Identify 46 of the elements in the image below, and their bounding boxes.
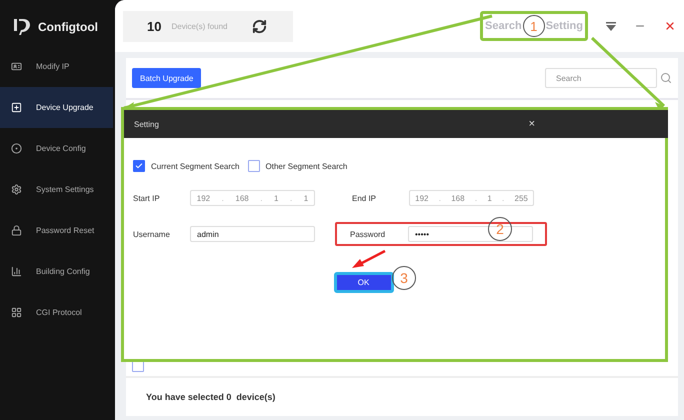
device-count-label: Device(s) found — [171, 22, 228, 30]
step-number: 1 — [522, 15, 545, 37]
filter-icon[interactable] — [606, 22, 616, 30]
nav-icon — [11, 102, 22, 113]
device-count: 10 — [147, 18, 162, 34]
dialog-title: Setting — [134, 120, 159, 128]
nav-item[interactable]: Building Config — [0, 251, 113, 292]
field-label: Username — [133, 230, 171, 238]
step-number: 3 — [392, 266, 416, 290]
nav-icon — [11, 307, 22, 318]
field-label: Password — [350, 230, 386, 238]
segment-checkbox[interactable] — [133, 160, 145, 172]
ip-field[interactable]: 192 . 168 . 1 . 1 — [190, 190, 315, 206]
search-field[interactable]: Search — [545, 68, 657, 88]
logo-icon — [12, 17, 32, 37]
nav-icon — [11, 266, 22, 277]
segment-checkbox[interactable] — [248, 160, 260, 172]
nav-icon — [11, 225, 22, 236]
nav-item[interactable]: CGI Protocol — [0, 292, 113, 333]
nav-item[interactable]: System Settings — [0, 169, 113, 210]
step-number: 2 — [488, 217, 512, 241]
nav-item[interactable]: Modify IP — [0, 46, 113, 87]
nav-icon — [11, 61, 22, 72]
refresh-icon[interactable] — [252, 18, 266, 34]
segment-option[interactable]: Other Segment Search — [248, 160, 348, 172]
nav-item[interactable]: Device Config — [0, 128, 113, 169]
segment-label: Other Segment Search — [266, 162, 348, 170]
segment-option[interactable]: Current Segment Search — [133, 160, 240, 172]
ip-field[interactable]: 192 . 168 . 1 . 255 — [409, 190, 534, 206]
ok-button[interactable]: OK — [334, 272, 394, 293]
selection-summary: You have selected 0 device(s) — [146, 392, 276, 402]
pointer-arrow — [352, 250, 386, 268]
app-name: Configtool — [38, 20, 98, 34]
dialog-close-button[interactable]: × — [528, 118, 535, 130]
username-field[interactable]: admin — [190, 226, 315, 242]
nav-icon — [11, 184, 22, 195]
nav-icon — [11, 143, 22, 154]
field-label: End IP — [352, 194, 378, 202]
field-label: Start IP — [133, 194, 161, 202]
search-icon[interactable] — [660, 72, 672, 84]
close-icon[interactable] — [664, 20, 676, 32]
nav-item[interactable]: Password Reset — [0, 210, 113, 251]
nav-item[interactable]: Device Upgrade — [0, 87, 113, 128]
segment-label: Current Segment Search — [151, 162, 240, 170]
batch-upgrade-button[interactable]: Batch Upgrade — [132, 68, 202, 88]
check-icon — [135, 162, 143, 170]
